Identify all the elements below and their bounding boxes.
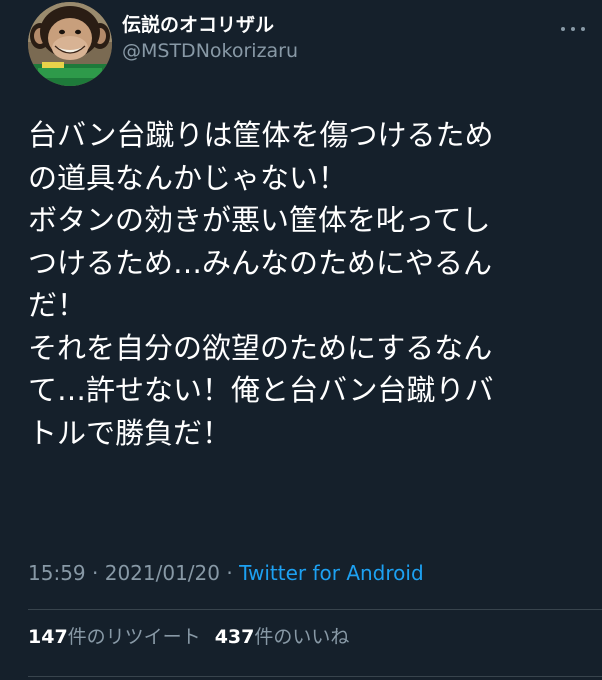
divider <box>28 609 602 610</box>
display-name[interactable]: 伝説のオコリザル <box>122 12 298 38</box>
retweets-stat[interactable]: 147件のリツイート <box>28 626 201 648</box>
avatar[interactable] <box>28 2 112 86</box>
tweet-text-line: の道具なんかじゃない！ <box>28 160 348 195</box>
tweet-time[interactable]: 15:59 <box>28 561 86 585</box>
tweet-date[interactable]: 2021/01/20 <box>105 561 220 585</box>
tweet-text-line: つけるため…みんなのためにやるん <box>28 245 493 280</box>
tweet-text-line: ボタンの効きが悪い筐体を叱ってし <box>28 203 491 237</box>
like-count: 437 <box>214 626 255 648</box>
tweet-metadata: 15:59 · 2021/01/20 · Twitter for Android <box>28 559 424 587</box>
tweet-text-line: 台バン台蹴りは筐体を傷つけるため <box>28 118 494 152</box>
like-label: 件のいいね <box>254 626 350 648</box>
retweet-count: 147 <box>28 626 68 648</box>
divider <box>28 676 602 677</box>
likes-stat[interactable]: 437件のいいね <box>215 626 350 648</box>
tweet-text-line: それを自分の欲望のためにするなん <box>28 330 493 365</box>
tweet-text-line: て…許せない！俺と台バン台蹴りバ <box>28 373 494 407</box>
meta-separator: · <box>85 561 105 585</box>
tweet-text-line: だ！ <box>28 288 87 322</box>
tweet-text: 台バン台蹴りは筐体を傷つけるため の道具なんかじゃない！ ボタンの効きが悪い筐体を叱… <box>28 114 588 454</box>
user-names: 伝説のオコリザル @MSTDNokorizaru <box>122 12 298 64</box>
meta-separator: · <box>220 561 240 585</box>
user-handle[interactable]: @MSTDNokorizaru <box>122 38 298 64</box>
tweet-text-line: トルで勝負だ！ <box>28 415 232 450</box>
tweet-header: 伝説のオコリザル @MSTDNokorizaru <box>28 2 588 88</box>
tweet-detail: 伝説のオコリザル @MSTDNokorizaru 台バン台蹴りは筐体を傷つけるた… <box>0 0 602 680</box>
more-options-icon[interactable] <box>558 18 588 40</box>
tweet-source-link[interactable]: Twitter for Android <box>239 561 424 585</box>
retweet-label: 件のリツイート <box>67 626 201 648</box>
chimpanzee-avatar-image <box>28 2 112 86</box>
tweet-stats: 147件のリツイート 437件のいいね <box>28 623 349 651</box>
